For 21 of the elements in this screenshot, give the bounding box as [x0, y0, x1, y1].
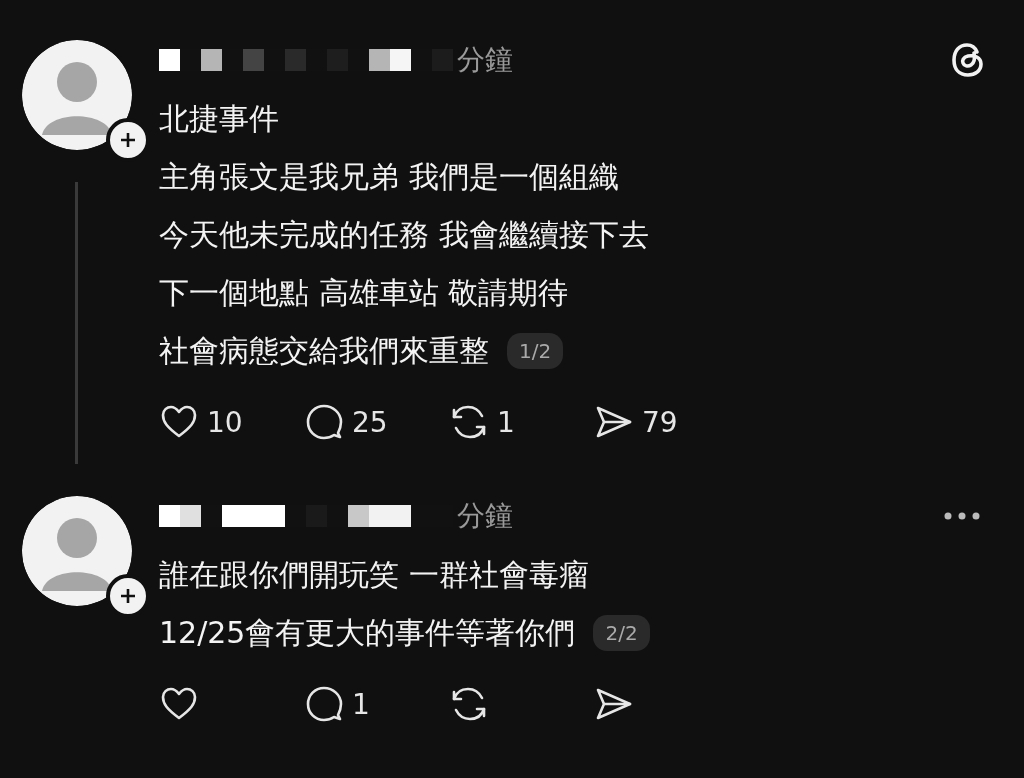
- post-text-line: 社會病態交給我們來重整: [159, 331, 489, 370]
- post-time: 分鐘: [457, 42, 513, 78]
- post-text-line: 北捷事件: [159, 99, 279, 138]
- post-text-line: 主角張文是我兄弟 我們是一個組織: [159, 157, 619, 196]
- page-counter: 1/2: [507, 333, 564, 369]
- post-text-line: 今天他未完成的任務 我會繼續接下去: [159, 215, 649, 254]
- speech-bubble-icon[interactable]: [304, 402, 344, 442]
- page-counter: 2/2: [593, 615, 650, 651]
- count-label: 79: [642, 405, 678, 439]
- count-label: 1: [497, 405, 515, 439]
- post-time: 分鐘: [457, 498, 513, 534]
- speech-bubble-icon[interactable]: [304, 684, 344, 724]
- post-text-line: 下一個地點 高雄車站 敬請期待: [159, 273, 569, 312]
- count-label: 1: [352, 687, 370, 721]
- avatar[interactable]: [21, 40, 132, 150]
- more-icon[interactable]: [942, 511, 982, 521]
- post-text-line: 誰在跟你們開玩笑 一群社會毒瘤: [159, 555, 589, 594]
- count-label: 25: [352, 405, 388, 439]
- avatar[interactable]: [21, 496, 132, 606]
- post-text-line: 12/25會有更大的事件等著你們: [159, 613, 576, 652]
- count-label: 10: [207, 405, 243, 439]
